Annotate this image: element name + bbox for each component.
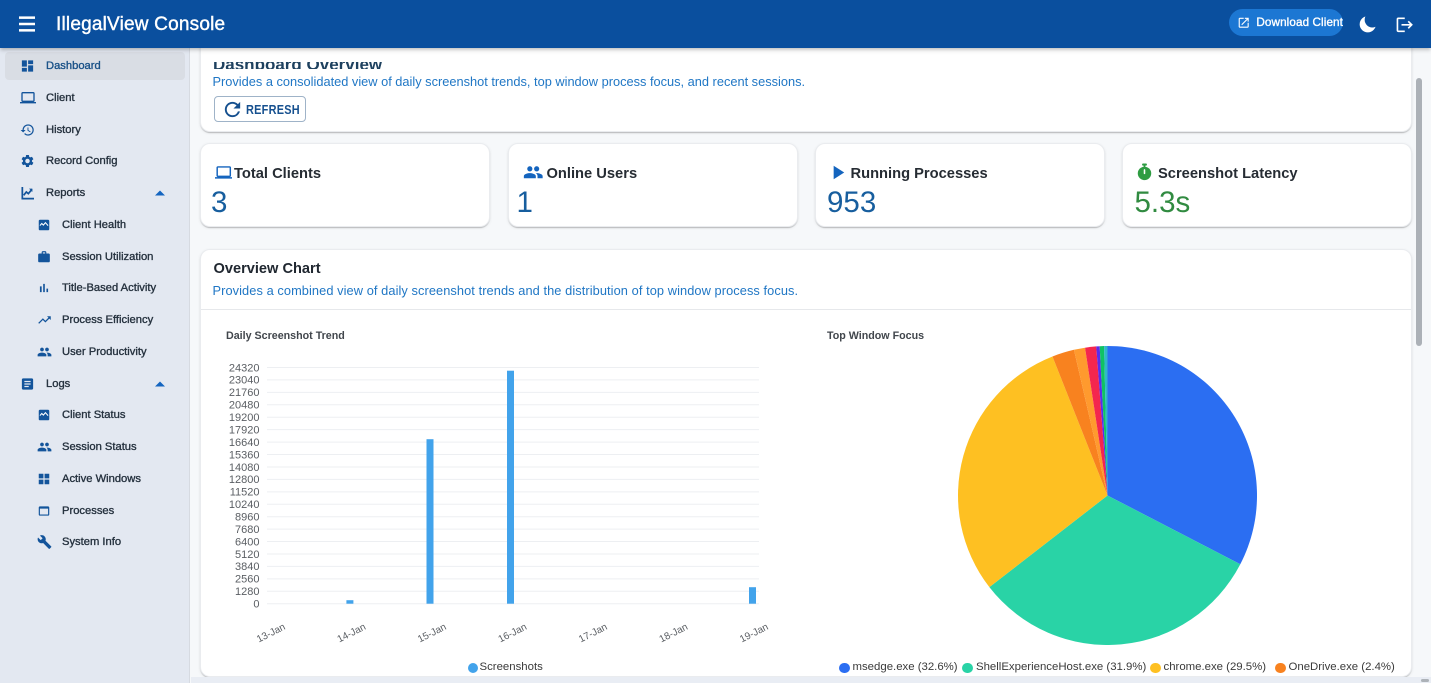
svg-text:23040: 23040 xyxy=(229,375,260,387)
svg-text:0: 0 xyxy=(253,599,259,611)
svg-text:18-Jan: 18-Jan xyxy=(658,622,690,646)
svg-text:14-Jan: 14-Jan xyxy=(336,622,368,646)
svg-text:2560: 2560 xyxy=(235,574,259,586)
svg-text:12800: 12800 xyxy=(229,474,260,486)
svg-text:11520: 11520 xyxy=(230,487,260,499)
svg-text:16-Jan: 16-Jan xyxy=(497,622,529,646)
svg-text:6400: 6400 xyxy=(235,536,259,548)
svg-text:5120: 5120 xyxy=(235,549,259,561)
svg-text:19-Jan: 19-Jan xyxy=(738,622,770,646)
svg-text:17920: 17920 xyxy=(229,424,260,436)
svg-text:15360: 15360 xyxy=(229,449,260,461)
svg-text:17-Jan: 17-Jan xyxy=(577,622,609,646)
svg-text:1280: 1280 xyxy=(235,586,259,598)
svg-text:14080: 14080 xyxy=(229,462,260,474)
svg-text:20480: 20480 xyxy=(229,400,260,412)
svg-text:24320: 24320 xyxy=(229,362,260,374)
svg-text:3840: 3840 xyxy=(235,561,259,573)
svg-text:8960: 8960 xyxy=(235,511,259,523)
svg-text:16640: 16640 xyxy=(229,437,260,449)
svg-text:13-Jan: 13-Jan xyxy=(255,622,287,646)
svg-text:10240: 10240 xyxy=(229,499,260,511)
svg-text:19200: 19200 xyxy=(229,412,260,424)
svg-text:21760: 21760 xyxy=(229,387,260,399)
svg-text:15-Jan: 15-Jan xyxy=(416,622,448,646)
svg-text:7680: 7680 xyxy=(235,524,259,536)
